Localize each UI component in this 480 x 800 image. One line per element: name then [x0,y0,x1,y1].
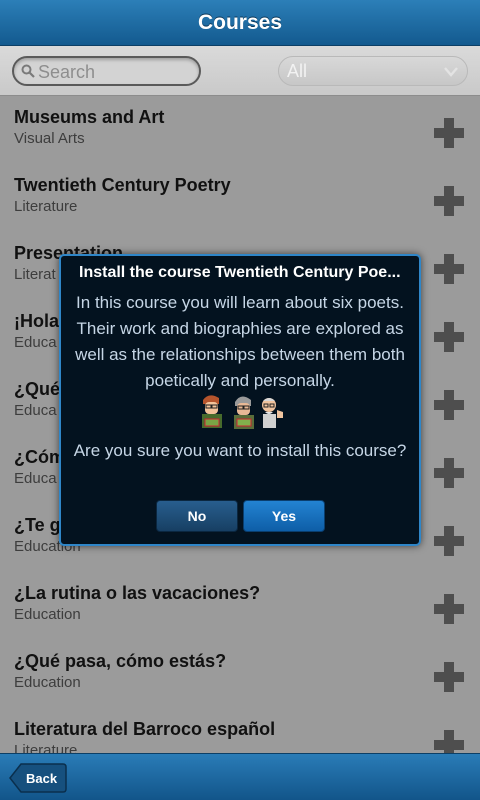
course-category: Education [14,606,81,623]
course-title: ¿Qué pasa, cómo estás? [14,651,227,671]
category-filter-select[interactable]: All [278,56,468,86]
app-header: Courses [0,0,480,46]
course-title: ¿Qué [14,379,61,399]
course-category: Literature [14,198,78,215]
course-title: ¿Cóm [14,447,65,467]
plus-icon[interactable] [432,592,466,626]
app-footer: Back [0,753,480,800]
plus-icon[interactable] [432,524,466,558]
yes-button[interactable]: Yes [243,500,325,532]
course-title: ¡Hola [14,311,59,331]
search-icon [21,64,35,78]
list-item[interactable]: Twentieth Century Poetry Literature [0,165,480,233]
search-placeholder: Search [38,62,96,82]
list-item[interactable]: Museums and Art Visual Arts [0,97,480,165]
page-title: Courses [197,10,283,34]
plus-icon[interactable] [432,252,466,286]
course-title: Literatura del Barroco español [14,719,276,739]
install-confirm-dialog: Install the course Twentieth Century Poe… [59,254,421,546]
course-title: ¿Te g [14,515,61,535]
course-category: Literat [14,266,56,283]
course-title: Twentieth Century Poetry [14,175,231,195]
back-label: Back [26,771,58,786]
dialog-question: Are you sure you want to install this co… [73,441,407,460]
filter-selected-value: All [287,61,308,81]
chevron-down-icon [444,67,458,77]
course-category: Visual Arts [14,130,85,147]
dialog-title: Install the course Twentieth Century Poe… [79,264,401,281]
plus-icon[interactable] [432,184,466,218]
plus-icon[interactable] [432,456,466,490]
course-title: Museums and Art [14,107,165,127]
course-category: Educa [14,334,57,351]
plus-icon[interactable] [432,660,466,694]
list-item[interactable]: ¿Qué pasa, cómo estás? Education [0,641,480,709]
plus-icon[interactable] [432,388,466,422]
search-input[interactable]: Search [12,56,201,86]
list-item[interactable]: ¿La rutina o las vacaciones? Education [0,573,480,641]
plus-icon[interactable] [432,320,466,354]
search-bar: Search All [0,46,480,96]
poet-characters-illustration [202,395,283,429]
course-category: Educa [14,470,57,487]
no-button[interactable]: No [156,500,238,532]
plus-icon[interactable] [432,116,466,150]
dialog-description: In this course you will learn about six … [75,293,405,390]
course-category: Educa [14,402,57,419]
course-category: Education [14,674,81,691]
course-title: ¿La rutina o las vacaciones? [14,583,261,603]
